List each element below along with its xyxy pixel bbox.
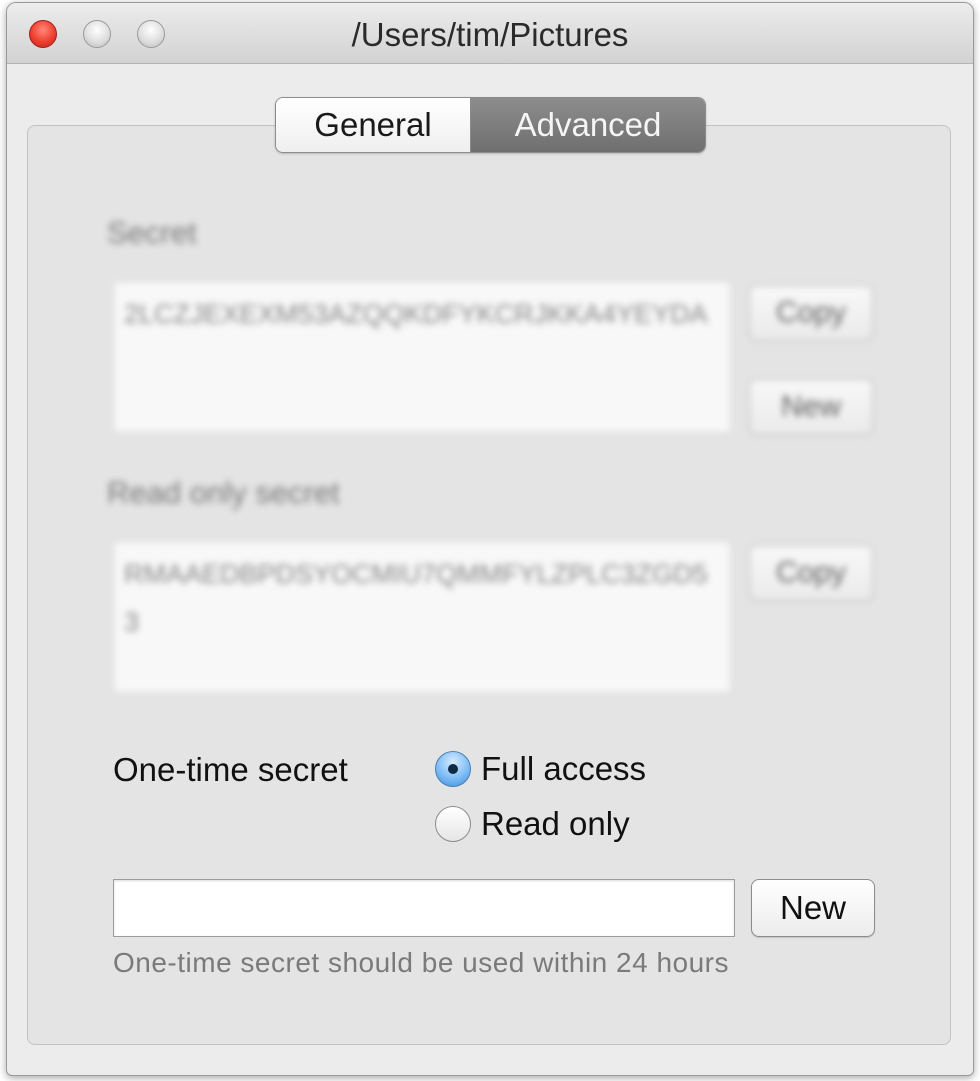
one-time-secret-label: One-time secret bbox=[113, 751, 348, 788]
read-only-option[interactable]: Read only bbox=[435, 805, 630, 843]
tab-general[interactable]: General bbox=[276, 98, 471, 152]
read-only-secret-field[interactable]: RMAAEDBPDSYOCMIU7QMMFYLZPLC3ZGD53 bbox=[113, 541, 731, 693]
full-access-label[interactable]: Full access bbox=[481, 750, 646, 788]
secret-label: Secret bbox=[107, 215, 197, 250]
copy-read-only-secret-button[interactable]: Copy bbox=[749, 545, 873, 601]
full-access-radio[interactable] bbox=[435, 751, 471, 787]
window-title: /Users/tim/Pictures bbox=[351, 16, 629, 53]
new-secret-button[interactable]: New bbox=[749, 379, 873, 435]
tab-advanced[interactable]: Advanced bbox=[471, 98, 705, 152]
one-time-secret-hint: One-time secret should be used within 24… bbox=[113, 947, 729, 978]
sync-folder-window: /Users/tim/Pictures General Advanced Sec… bbox=[6, 2, 974, 1076]
read-only-label[interactable]: Read only bbox=[481, 805, 630, 843]
one-time-secret-input[interactable] bbox=[113, 879, 735, 937]
new-one-time-secret-button[interactable]: New bbox=[751, 879, 875, 937]
read-only-radio[interactable] bbox=[435, 806, 471, 842]
title-bar: /Users/tim/Pictures bbox=[7, 3, 973, 64]
copy-secret-button[interactable]: Copy bbox=[749, 285, 873, 341]
full-access-option[interactable]: Full access bbox=[435, 750, 646, 788]
radio-dot-icon bbox=[448, 764, 458, 774]
read-only-secret-label: Read only secret bbox=[107, 475, 340, 510]
secret-field[interactable]: 2LCZJEXEXM53AZQQKDFYKCRJKKA4YEYDA bbox=[113, 281, 731, 433]
tab-bar: General Advanced bbox=[275, 97, 706, 153]
